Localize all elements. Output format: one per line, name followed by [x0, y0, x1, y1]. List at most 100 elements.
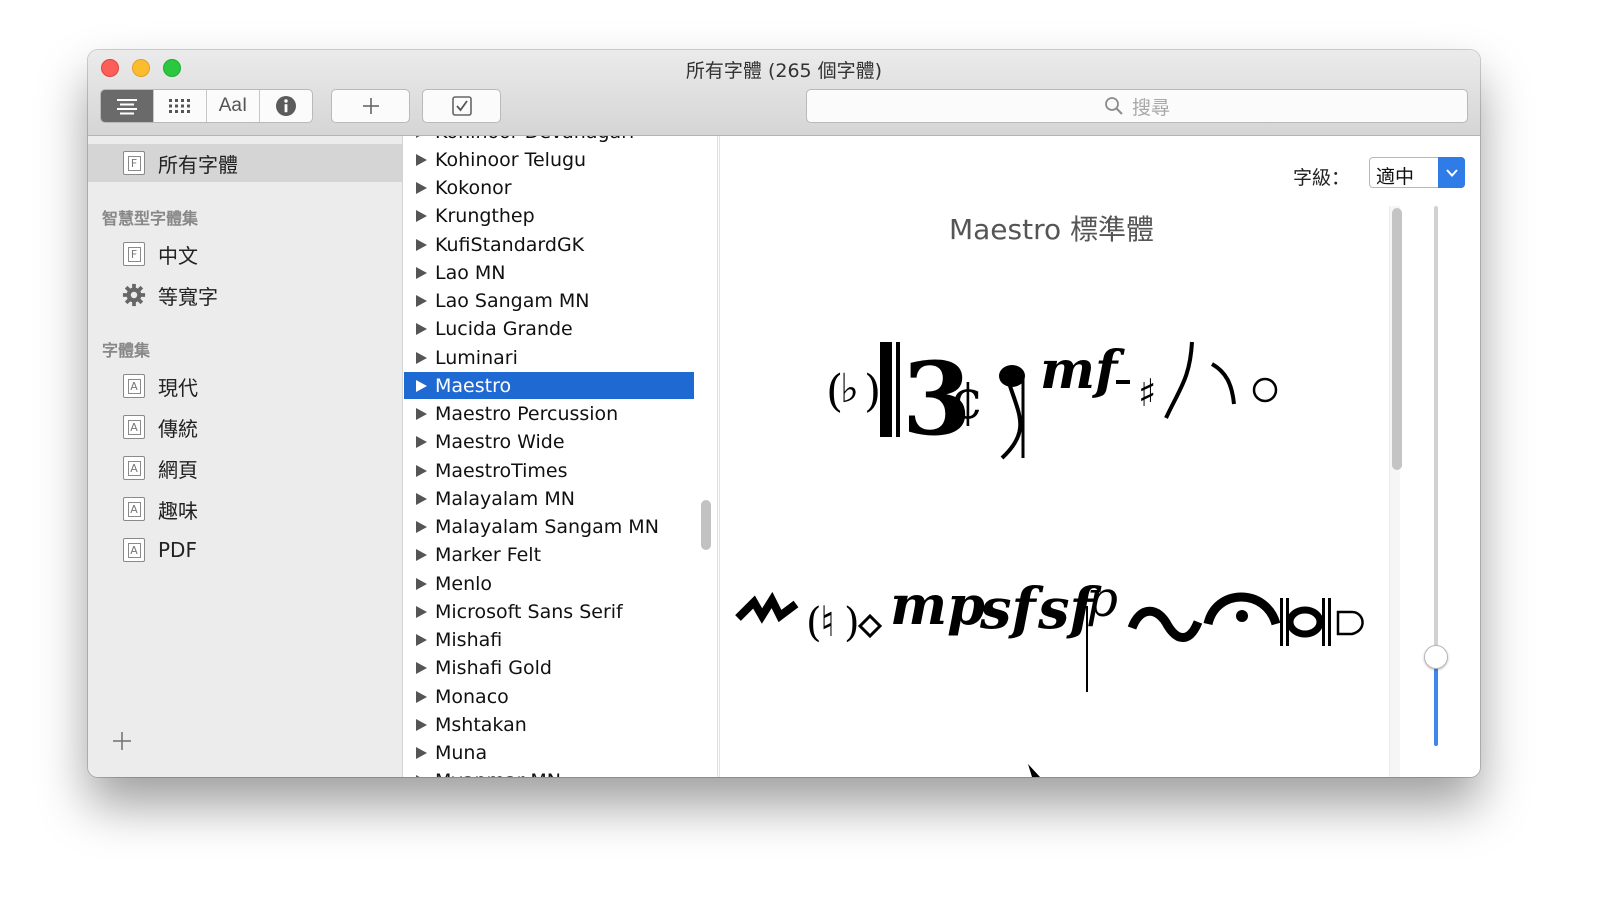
- font-preview-pane: 字級： 適中 Maestro 標準體 ( ♭ ) 3 ¢ mf ♯ (♮) …: [719, 136, 1480, 777]
- font-collection-icon: A: [122, 538, 146, 562]
- disclosure-triangle-icon[interactable]: [416, 153, 427, 166]
- enable-font-button[interactable]: [422, 89, 501, 123]
- disclosure-triangle-icon[interactable]: [416, 718, 427, 731]
- sidebar-item-pdf[interactable]: A PDF: [88, 531, 402, 569]
- font-list-item-label: Myanmar MN: [435, 770, 561, 777]
- svg-text:): ): [864, 366, 881, 417]
- font-list-item[interactable]: Lucida Grande: [404, 316, 694, 343]
- disclosure-triangle-icon[interactable]: [416, 323, 427, 336]
- font-list-item[interactable]: Maestro Wide: [404, 429, 694, 456]
- font-list-item-label: Maestro Percussion: [435, 403, 619, 425]
- sidebar-item-label: 所有字體: [158, 152, 238, 177]
- sidebar-item-traditional[interactable]: A 傳統: [88, 408, 402, 446]
- font-list-item-label: Monaco: [435, 685, 509, 708]
- font-list-item[interactable]: Myanmar MN: [404, 768, 694, 777]
- disclosure-triangle-icon[interactable]: [416, 775, 427, 777]
- font-list-item[interactable]: Monaco: [404, 683, 694, 710]
- font-list-item-label: Kohinoor Devanagari: [435, 136, 634, 143]
- disclosure-triangle-icon[interactable]: [416, 295, 427, 307]
- font-list-item-label: Mishafi: [435, 629, 503, 651]
- disclosure-triangle-icon[interactable]: [416, 605, 427, 618]
- font-list-item[interactable]: Mshtakan: [404, 711, 694, 738]
- font-list-item[interactable]: Menlo: [404, 570, 694, 597]
- sidebar-item-fun[interactable]: A 趣味: [88, 490, 402, 528]
- disclosure-triangle-icon[interactable]: [416, 436, 427, 449]
- font-list-item[interactable]: Luminari: [404, 344, 694, 371]
- font-list-item[interactable]: Kohinoor Devanagari: [404, 136, 694, 145]
- info-icon: [276, 96, 296, 116]
- disclosure-triangle-icon[interactable]: [416, 379, 427, 392]
- sample-view-button[interactable]: [101, 90, 154, 122]
- disclosure-triangle-icon[interactable]: [416, 549, 427, 562]
- font-collection-icon: A: [122, 456, 146, 480]
- disclosure-triangle-icon[interactable]: [416, 136, 427, 138]
- font-list-item[interactable]: Kokonor: [404, 175, 694, 202]
- search-placeholder: 搜尋: [1131, 96, 1170, 119]
- window-title: 所有字體 (265 個字體): [685, 60, 883, 82]
- sidebar-item-chinese[interactable]: F 中文: [88, 235, 402, 273]
- disclosure-triangle-icon[interactable]: [416, 577, 427, 590]
- disclosure-triangle-icon[interactable]: [416, 238, 427, 251]
- font-list-scrollbar[interactable]: [701, 500, 711, 550]
- font-list-item-label: Maestro: [435, 374, 512, 397]
- disclosure-triangle-icon[interactable]: [416, 747, 427, 759]
- add-collection-button[interactable]: [112, 728, 132, 756]
- search-icon: [1105, 97, 1123, 115]
- sidebar-item-web[interactable]: A 網頁: [88, 449, 402, 487]
- font-list-item[interactable]: Lao MN: [404, 259, 694, 286]
- font-list-item-label: Malayalam Sangam MN: [435, 516, 659, 538]
- size-slider-knob[interactable]: [1424, 645, 1448, 669]
- font-list-item[interactable]: MaestroTimes: [404, 457, 694, 484]
- custom-text-view-button[interactable]: AaI: [207, 90, 260, 122]
- font-list-item[interactable]: Marker Felt: [404, 542, 694, 569]
- titlebar: 所有字體 (265 個字體) AaI 搜尋: [88, 50, 1480, 136]
- font-list-item[interactable]: Mishafi Gold: [404, 655, 694, 682]
- disclosure-triangle-icon[interactable]: [416, 182, 427, 194]
- font-list-item-label: Krungthep: [435, 205, 535, 228]
- preview-scrollbar-thumb[interactable]: [1392, 208, 1402, 470]
- font-list-item-label: KufiStandardGK: [435, 233, 585, 256]
- search-field[interactable]: 搜尋: [806, 89, 1468, 123]
- font-list-item[interactable]: Maestro: [404, 372, 694, 400]
- disclosure-triangle-icon[interactable]: [416, 210, 427, 223]
- size-select[interactable]: 適中: [1369, 157, 1465, 188]
- glyph-row-2: ( ♮ ) mp sf sf p: [735, 570, 1364, 692]
- sidebar-item-label: 網頁: [158, 457, 198, 482]
- font-list-item-label: Kokonor: [435, 177, 512, 199]
- sidebar-item-label: 中文: [158, 243, 198, 268]
- font-collection-icon: F: [122, 242, 146, 266]
- font-list-item-label: Microsoft Sans Serif: [435, 600, 623, 623]
- font-list-item[interactable]: Mishafi: [404, 627, 694, 654]
- svg-text:p: p: [1086, 570, 1118, 628]
- svg-text:♯: ♯: [1138, 370, 1156, 415]
- font-list-item[interactable]: Krungthep: [404, 203, 694, 230]
- font-collection-icon: F: [122, 151, 146, 175]
- svg-text:mf: mf: [1040, 340, 1125, 401]
- font-list-item[interactable]: Lao Sangam MN: [404, 288, 694, 315]
- disclosure-triangle-icon[interactable]: [416, 464, 427, 477]
- sidebar-item-modern[interactable]: A 現代: [88, 367, 402, 405]
- font-list-item[interactable]: KufiStandardGK: [404, 231, 694, 258]
- font-list-item[interactable]: Muna: [404, 740, 694, 767]
- font-list-item[interactable]: Microsoft Sans Serif: [404, 598, 694, 625]
- disclosure-triangle-icon[interactable]: [416, 266, 427, 279]
- font-list-item[interactable]: Maestro Percussion: [404, 401, 694, 428]
- disclosure-triangle-icon[interactable]: [416, 662, 427, 675]
- disclosure-triangle-icon[interactable]: [416, 408, 427, 420]
- font-list-item[interactable]: Malayalam Sangam MN: [404, 514, 694, 541]
- sidebar-item-monospace[interactable]: 等寬字: [88, 276, 402, 314]
- sidebar-item-all-fonts[interactable]: F 所有字體: [88, 144, 402, 182]
- disclosure-triangle-icon[interactable]: [416, 351, 427, 364]
- disclosure-triangle-icon[interactable]: [416, 690, 427, 703]
- collections-sidebar: F 所有字體 智慧型字體集 F 中文 等寬字 字體集 A 現代 A 傳統 A 網…: [88, 136, 403, 777]
- font-list-item-label: Lao Sangam MN: [435, 290, 590, 312]
- font-list-item[interactable]: Malayalam MN: [404, 485, 694, 512]
- repertoire-view-button[interactable]: [154, 90, 207, 122]
- sidebar-item-label: 趣味: [158, 498, 198, 523]
- disclosure-triangle-icon[interactable]: [416, 492, 427, 505]
- disclosure-triangle-icon[interactable]: [416, 634, 427, 646]
- add-font-button[interactable]: [331, 89, 410, 123]
- disclosure-triangle-icon[interactable]: [416, 521, 427, 533]
- info-button[interactable]: [260, 90, 312, 122]
- font-list-item[interactable]: Kohinoor Telugu: [404, 146, 694, 173]
